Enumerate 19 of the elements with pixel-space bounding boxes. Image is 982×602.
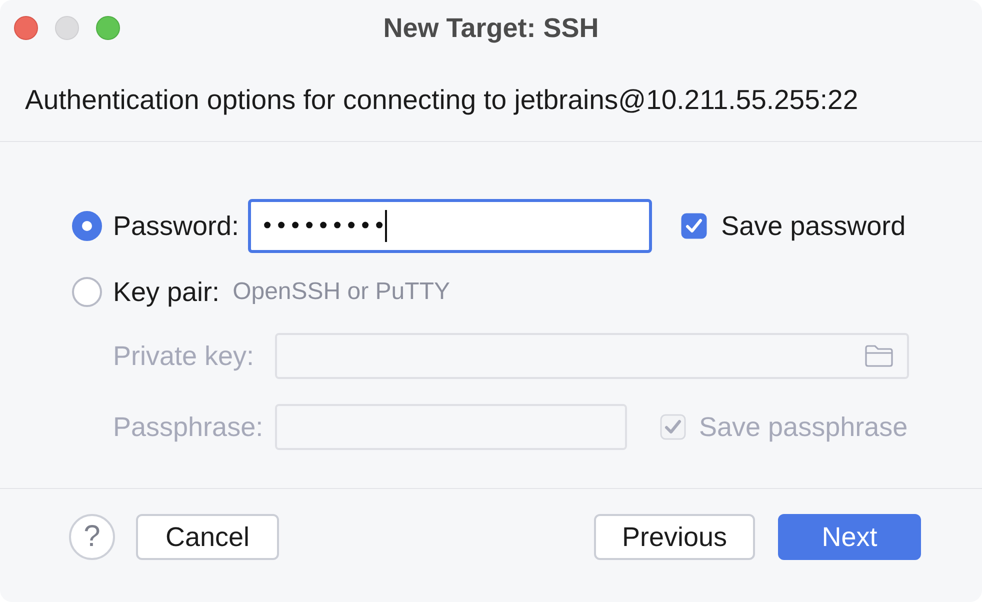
radio-label[interactable]: Key pair:: [113, 276, 220, 308]
password-field[interactable]: •••••••••: [248, 199, 652, 253]
next-button[interactable]: Next: [778, 514, 921, 560]
field-label: Passphrase:: [113, 412, 264, 442]
description-text: Authentication options for connecting to jetbrains@10.211.55.255:22: [25, 84, 858, 116]
cancel-button[interactable]: Cancel: [136, 514, 279, 560]
radio-label[interactable]: Password:: [113, 210, 240, 242]
previous-button[interactable]: Previous: [594, 514, 755, 560]
zoom-icon[interactable]: [96, 16, 120, 40]
field-label: Private key:: [113, 340, 256, 372]
text-cursor: [385, 210, 388, 242]
checkbox[interactable]: [681, 213, 708, 239]
radio-button[interactable]: [72, 277, 102, 307]
help-button[interactable]: ?: [69, 514, 115, 560]
window-title: New Target: SSH: [383, 12, 599, 44]
hint-text: OpenSSH or PuTTY: [232, 278, 450, 306]
radio-button[interactable]: [72, 211, 102, 241]
checkbox-label[interactable]: Save password: [721, 210, 906, 242]
close-icon[interactable]: [14, 16, 38, 40]
